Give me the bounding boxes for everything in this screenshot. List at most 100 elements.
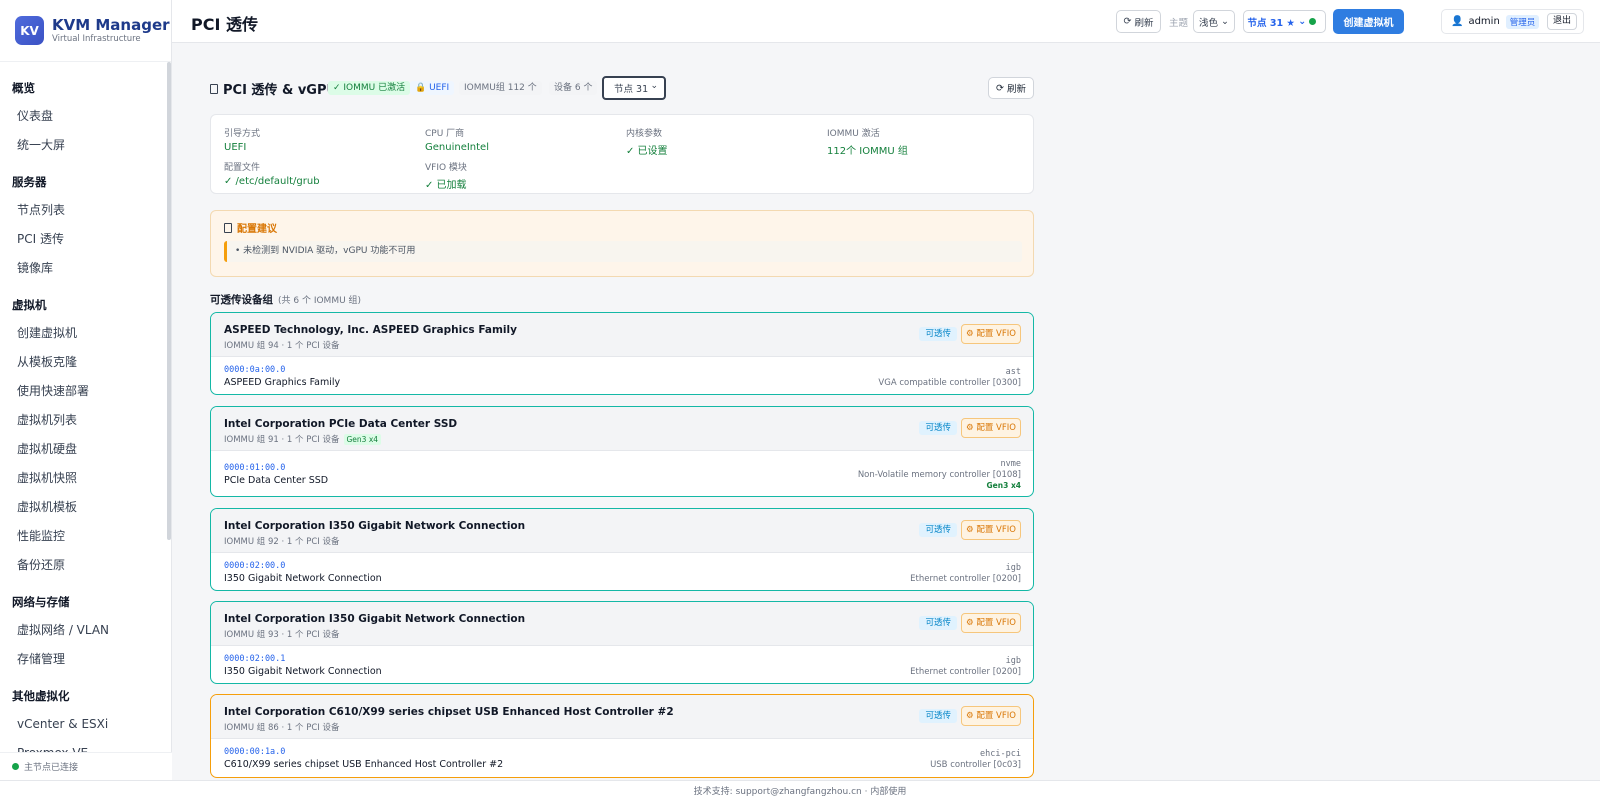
info-boot: 引导方式 UEFI [224,129,261,153]
header-refresh-button[interactable]: ⟳ 刷新 [1116,10,1161,33]
driver: ast [1005,367,1021,377]
sidebar-item-dashboard[interactable]: 仪表盘 [0,102,166,131]
passthrough-badge: 可透传 [919,421,957,435]
device-info: igb Ethernet controller [0200] [910,563,1021,584]
iommu-status-badge: ✓ IOMMU 已激活 [328,81,411,95]
device-row: 0000:0a:00.0 ASPEED Graphics Family [224,365,340,388]
chevron-down-icon: ⌄ [1218,16,1229,27]
device-name: PCIe Data Center SSD [224,475,329,486]
device-row: 0000:02:00.1 I350 Gigabit Network Connec… [224,654,382,677]
configure-vfio-button[interactable]: ⚙ 配置 VFIO [961,520,1021,540]
sidebar-item-vm-list[interactable]: 虚拟机列表 [0,406,166,435]
device-name: I350 Gigabit Network Connection [224,666,382,677]
group-meta: IOMMU 组 94 · 1 个 PCI 设备 [224,341,340,351]
refresh-icon: ⟳ [1123,16,1135,27]
sidebar-item-storage[interactable]: 存储管理 [0,645,166,674]
sidebar-item-templates[interactable]: 虚拟机模板 [0,493,166,522]
device-row: 0000:01:00.0 PCIe Data Center SSD [224,463,328,486]
device-class: Ethernet controller [0200] [910,667,1021,677]
passthrough-badge: 可透传 [919,709,957,723]
nav-section-other-virt: 其他虚拟化 [12,689,70,703]
chevron-down-icon: ⌄ [1294,16,1310,27]
configure-vfio-button[interactable]: ⚙ 配置 VFIO [961,324,1021,344]
device-info: nvme Non-Volatile memory controller [010… [858,459,1021,490]
sidebar-item-vcenter[interactable]: vCenter & ESXi [0,710,166,739]
page-title: PCI 透传 [191,15,258,34]
sidebar-item-clone[interactable]: 从模板克隆 [0,348,166,377]
pci-address[interactable]: 0000:00:1a.0 [224,747,503,757]
sidebar-item-backup[interactable]: 备份还原 [0,551,166,580]
device-row: 0000:00:1a.0 C610/X99 series chipset USB… [224,747,503,770]
devices-count-badge: 设备 6 个 [549,81,598,95]
sidebar-item-pci[interactable]: PCI 透传 [0,225,166,254]
device-class: Ethernet controller [0200] [910,574,1021,584]
info-kernel: 内核参数 ✓ 已设置 [626,129,668,157]
info-cpu: CPU 厂商 GenuineIntel [425,129,489,153]
node-select[interactable]: 节点 31 ⌄ [602,76,666,100]
nav-section-overview: 概览 [12,81,35,95]
sidebar-item-monitoring[interactable]: 性能监控 [0,522,166,551]
sidebar-item-big-screen[interactable]: 统一大屏 [0,131,166,160]
device-row: 0000:02:00.0 I350 Gigabit Network Connec… [224,561,382,584]
boot-mode-badge: 🔒 UEFI [410,81,455,95]
device-info: ast VGA compatible controller [0300] [878,367,1021,388]
device-info: ehci-pci USB controller [0c03] [930,749,1021,770]
iommu-groups-badge: IOMMU组 112 个 [459,81,542,95]
user-icon: 👤 [1451,16,1464,27]
status-dot-icon [12,763,19,770]
sidebar-nav: 概览 仪表盘 统一大屏 服务器 节点列表 PCI 透传 镜像库 虚拟机 创建虚拟… [0,62,166,752]
pci-address[interactable]: 0000:02:00.1 [224,654,382,664]
document-icon [210,83,218,94]
device-name: I350 Gigabit Network Connection [224,573,382,584]
sidebar-item-images[interactable]: 镜像库 [0,254,166,283]
sidebar-item-quick-deploy[interactable]: 使用快速部署 [0,377,166,406]
advice-panel: 配置建议 • 未检测到 NVIDIA 驱动，vGPU 功能不可用 [210,210,1034,277]
iommu-group-card: Intel Corporation PCIe Data Center SSD I… [210,406,1034,497]
group-title: Intel Corporation I350 Gigabit Network C… [224,520,526,532]
section-title: PCI 透传 & vGPU [210,79,337,98]
pci-address[interactable]: 0000:01:00.0 [224,463,328,473]
user-menu[interactable]: 👤 admin 管理员 退出 [1441,9,1584,34]
info-config: 配置文件 ✓ /etc/default/grub [224,163,320,187]
sidebar-item-snapshots[interactable]: 虚拟机快照 [0,464,166,493]
group-title: Intel Corporation C610/X99 series chipse… [224,706,674,718]
driver: igb [1005,563,1021,573]
node-status-dot-icon [1309,18,1317,25]
device-class: Non-Volatile memory controller [0108] [857,470,1021,480]
advice-item: • 未检测到 NVIDIA 驱动，vGPU 功能不可用 [224,241,1022,262]
info-iommu: IOMMU 激活 112个 IOMMU 组 [827,129,908,157]
sidebar-item-nodes[interactable]: 节点列表 [0,196,166,225]
device-info: igb Ethernet controller [0200] [910,656,1021,677]
iommu-group-card: Intel Corporation C610/X99 series chipse… [210,694,1034,778]
iommu-group-card: ASPEED Technology, Inc. ASPEED Graphics … [210,312,1034,395]
lock-icon: 🔒 [415,83,430,93]
device-name: C610/X99 series chipset USB Enhanced Hos… [224,759,504,770]
refresh-button[interactable]: ⟳ 刷新 [988,77,1034,99]
username: admin [1468,16,1500,27]
pci-address[interactable]: 0000:02:00.0 [224,561,382,571]
passthrough-badge: 可透传 [919,327,957,341]
sidebar-item-vm-disks[interactable]: 虚拟机硬盘 [0,435,166,464]
sidebar-item-vlan[interactable]: 虚拟网络 / VLAN [0,616,166,645]
pci-address[interactable]: 0000:0a:00.0 [224,365,340,375]
sidebar-scrollbar[interactable] [167,62,171,540]
nav-section-net-storage: 网络与存储 [12,595,70,609]
configure-vfio-button[interactable]: ⚙ 配置 VFIO [961,418,1021,438]
sidebar: KV KVM Manager Virtual Infrastructure 概览… [0,0,172,780]
passthrough-badge: 可透传 [919,616,957,630]
theme-select[interactable]: 浅色 ⌄ [1193,10,1235,33]
group-meta: IOMMU 组 91 · 1 个 PCI 设备 Gen3 x4 [224,433,382,445]
node-switcher[interactable]: 节点 31 ★ ⌄ [1243,10,1326,33]
pcie-gen-badge: Gen3 x4 [343,433,382,445]
sidebar-item-create-vm[interactable]: 创建虚拟机 [0,319,166,348]
brand-logo: KV [15,16,44,45]
device-class: USB controller [0c03] [930,760,1021,770]
refresh-icon: ⟳ [996,82,1007,94]
brand[interactable]: KV KVM Manager Virtual Infrastructure [0,0,171,62]
clipboard-icon [224,222,232,233]
logout-button[interactable]: 退出 [1546,13,1577,30]
sidebar-item-proxmox[interactable]: Proxmox VE [0,739,166,752]
configure-vfio-button[interactable]: ⚙ 配置 VFIO [961,613,1021,633]
configure-vfio-button[interactable]: ⚙ 配置 VFIO [961,706,1021,726]
create-vm-button[interactable]: 创建虚拟机 [1333,9,1404,34]
